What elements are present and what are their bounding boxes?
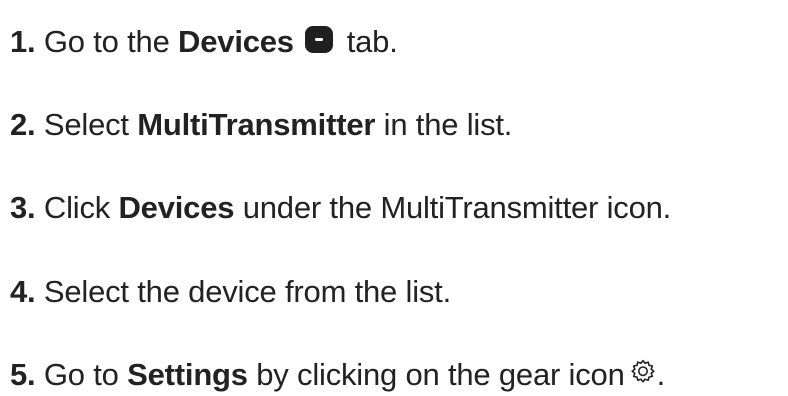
- step-text: under the MultiTransmitter icon.: [242, 190, 672, 225]
- gear-icon: [629, 356, 657, 384]
- step-1: 1. Go to the Devices tab.: [10, 22, 398, 62]
- step-text: Select: [43, 107, 129, 142]
- step-number: 4.: [10, 274, 36, 309]
- step-text: tab.: [346, 24, 398, 59]
- device-tab-icon: [304, 24, 334, 53]
- devices-label: Devices: [118, 190, 235, 225]
- step-text: Go to: [43, 357, 119, 392]
- step-5: 5. Go to Settings by clicking on the gea…: [10, 355, 665, 395]
- settings-label: Settings: [127, 357, 248, 392]
- step-text: in the list.: [383, 107, 513, 142]
- step-text: Go to the: [43, 24, 170, 59]
- devices-label: Devices: [178, 24, 294, 59]
- step-text: Click: [43, 190, 111, 225]
- step-text: by clicking on the gear icon: [256, 357, 625, 392]
- step-2: 2. Select MultiTransmitter in the list.: [10, 105, 512, 145]
- step-4: 4. Select the device from the list.: [10, 272, 451, 312]
- step-number: 5.: [10, 357, 36, 392]
- step-text: Select the device from the list.: [43, 274, 452, 309]
- step-number: 3.: [10, 190, 36, 225]
- step-number: 2.: [10, 107, 36, 142]
- step-text: .: [656, 357, 666, 392]
- step-number: 1.: [10, 24, 36, 59]
- multitransmitter-label: MultiTransmitter: [137, 107, 376, 142]
- step-3: 3. Click Devices under the MultiTransmit…: [10, 188, 671, 228]
